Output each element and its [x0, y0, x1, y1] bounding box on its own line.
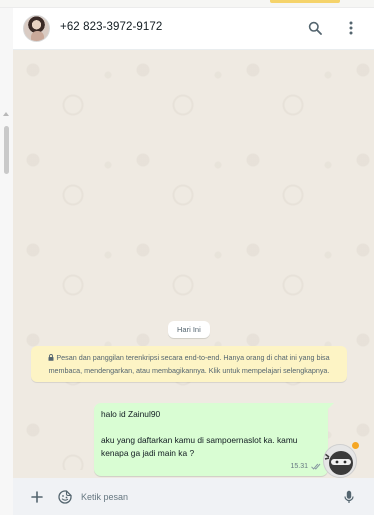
contact-name[interactable]: +62 823-3972-9172	[60, 21, 162, 33]
double-check-icon	[311, 463, 321, 470]
notification-dot	[352, 442, 359, 449]
top-accent-bar	[270, 0, 340, 3]
chat-header[interactable]: +62 823-3972-9172	[13, 8, 374, 50]
scroll-up-arrow-icon[interactable]	[3, 112, 9, 116]
message-meta: 15.31	[290, 460, 322, 473]
sticker-icon	[58, 490, 72, 504]
outgoing-message[interactable]: halo id Zainul90 aku yang daftarkan kamu…	[94, 403, 334, 476]
page: +62 823-3972-9172 Hari Ini Pesan dan pan…	[0, 0, 374, 515]
encryption-notice[interactable]: Pesan dan panggilan terenkripsi secara e…	[31, 346, 347, 382]
avatar[interactable]	[23, 15, 50, 42]
search-icon	[308, 21, 322, 35]
lock-icon	[48, 354, 54, 361]
encryption-notice-text: Pesan dan panggilan terenkripsi secara e…	[48, 353, 330, 375]
mic-icon	[344, 490, 354, 503]
composer	[13, 478, 374, 515]
plus-icon	[31, 491, 43, 503]
voice-message-button[interactable]	[339, 487, 359, 507]
scrollbar-thumb[interactable]	[4, 126, 9, 174]
ninja-bot-button[interactable]	[323, 444, 357, 478]
page-scrollbar[interactable]	[0, 8, 13, 515]
search-button[interactable]	[305, 18, 325, 38]
message-input[interactable]	[77, 485, 331, 509]
menu-button[interactable]	[341, 18, 361, 38]
date-divider: Hari Ini	[168, 321, 210, 338]
message-text: halo id Zainul90 aku yang daftarkan kamu…	[101, 409, 298, 458]
message-list[interactable]: Hari Ini Pesan dan panggilan terenkripsi…	[13, 50, 374, 476]
attach-button[interactable]	[27, 487, 47, 507]
message-time: 15.31	[290, 463, 308, 470]
sticker-button[interactable]	[55, 487, 75, 507]
kebab-menu-icon	[349, 21, 353, 35]
browser-top-strip	[0, 0, 374, 8]
chat-window: +62 823-3972-9172 Hari Ini Pesan dan pan…	[13, 8, 374, 515]
